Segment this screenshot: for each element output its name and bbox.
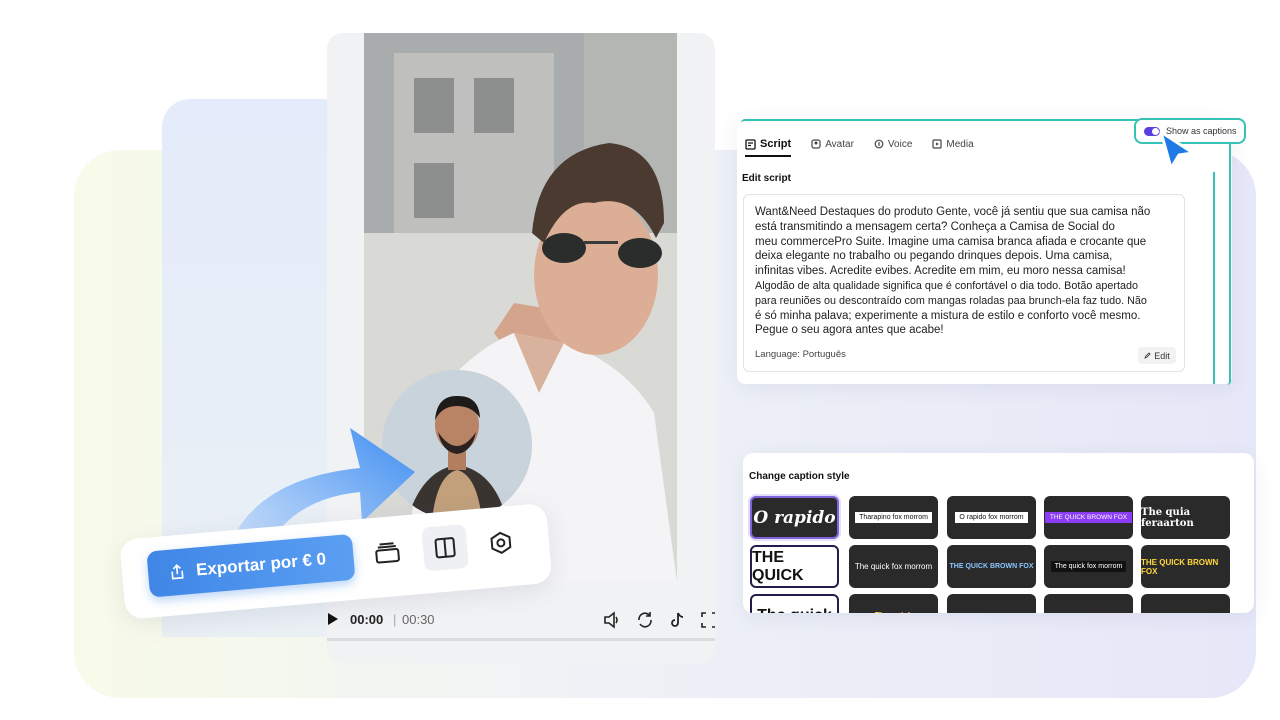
pointer-cursor-icon <box>1159 130 1195 170</box>
caption-style-sample: O rapido fox morrom <box>955 512 1028 523</box>
edit-label: Edit <box>1154 350 1170 361</box>
caption-style-option[interactable]: The quia feraarton <box>1141 496 1230 539</box>
progress-track[interactable] <box>327 638 715 641</box>
edit-language-button[interactable]: Edit <box>1138 347 1176 364</box>
script-line: está transmitindo a mensagem certa? Conh… <box>755 220 1115 233</box>
fullscreen-icon[interactable] <box>699 610 715 630</box>
export-label: Exportar por € 0 <box>195 549 327 580</box>
caption-style-option[interactable]: THE QUICK BROWN FOX <box>1044 496 1133 539</box>
tab-script[interactable]: Script <box>745 133 792 157</box>
time-separator: | <box>393 612 397 627</box>
caption-style-sample: Tharapino fox morrom <box>855 512 932 523</box>
layers-icon <box>375 542 400 564</box>
caption-style-sample: The quick <box>875 611 912 613</box>
caption-style-option[interactable]: Tharapino fox morrom <box>849 496 938 539</box>
tab-voice[interactable]: Voice <box>874 133 912 155</box>
caption-style-sample: The quia feraarton <box>1141 506 1194 529</box>
script-line: Pegue o seu agora antes que acabe! <box>755 324 944 337</box>
highlight-frame-inner <box>1213 172 1215 384</box>
caption-style-option[interactable]: The quick fox morrom <box>849 545 938 588</box>
tab-label: Script <box>760 138 792 150</box>
script-line: é só minha palava; experimente a mistura… <box>755 309 1141 322</box>
current-time: 00:00 <box>350 612 384 627</box>
script-line: Want&Need Destaques do produto Gente, vo… <box>755 206 1151 218</box>
script-line: meu commercePro Suite. Imagine uma camis… <box>755 235 1147 248</box>
caption-style-option[interactable]: THE QUICK BROWN FOX <box>947 545 1036 588</box>
total-time: 00:30 <box>402 612 435 627</box>
caption-style-sample: The quick fox morrom <box>854 562 933 571</box>
caption-style-option[interactable] <box>1044 594 1133 613</box>
script-tabs: Script Avatar Voice Media <box>745 133 974 157</box>
script-line: Algodão de alta qualidade significa que … <box>755 279 1138 292</box>
script-line: deixa elegante no trabalho ou pegando dr… <box>755 250 1113 263</box>
script-icon <box>745 138 756 150</box>
caption-style-sample: O rapido <box>753 507 836 528</box>
language-indicator: Language: Português <box>755 349 846 360</box>
caption-style-option[interactable]: The quick fox morrom <box>1044 545 1133 588</box>
voice-icon <box>874 139 884 149</box>
tab-avatar[interactable]: Avatar <box>811 133 854 155</box>
caption-style-option[interactable]: O rapido fox morrom <box>947 496 1036 539</box>
caption-style-sample: THE QUICK BROWN FOX <box>1141 557 1219 576</box>
caption-style-option[interactable]: THE QUICK <box>750 545 839 588</box>
caption-style-title: Change caption style <box>749 471 850 482</box>
caption-style-sample: The quick fox morrom <box>1050 561 1127 572</box>
language-value: Português <box>802 349 846 360</box>
tab-label: Media <box>946 138 974 150</box>
pencil-icon <box>1144 352 1151 359</box>
layout-tool-button[interactable] <box>421 523 469 572</box>
tab-label: Voice <box>887 138 913 150</box>
edit-script-label: Edit script <box>742 173 791 184</box>
tab-label: Avatar <box>825 138 854 150</box>
caption-style-sample: THE QUICK BROWN FOX <box>1044 512 1133 523</box>
split-layout-icon <box>434 537 456 559</box>
loop-icon[interactable] <box>635 610 655 630</box>
script-textarea[interactable]: Want&Need Destaques do produto Gente, vo… <box>743 194 1185 372</box>
language-label: Language: <box>755 349 800 360</box>
media-icon <box>932 139 942 149</box>
caption-style-sample: The quick <box>757 607 832 614</box>
tab-media[interactable]: Media <box>932 133 974 155</box>
share-icon <box>171 564 184 580</box>
script-line: infinitas vibes. Acredite evibes. Acredi… <box>755 265 1126 278</box>
settings-tool-button[interactable] <box>477 519 525 567</box>
script-line: para reuniões ou descontraído com mangas… <box>755 294 1147 307</box>
caption-style-option[interactable] <box>1141 594 1230 613</box>
caption-style-option[interactable]: THE QUICK BROWN FOX <box>1141 545 1230 588</box>
caption-style-sample: THE QUICK BROWN FOX <box>949 563 1034 570</box>
caption-style-option[interactable]: O rapido <box>750 496 839 539</box>
hexagon-settings-icon <box>490 531 512 554</box>
marketing-canvas: 00:00 | 00:30 Exportar por € 0 Script Av… <box>0 0 1280 720</box>
script-text: Want&Need Destaques do produto Gente, vo… <box>755 205 1175 338</box>
caption-style-option[interactable]: The quick <box>849 594 938 613</box>
volume-icon[interactable] <box>602 610 622 630</box>
caption-style-option[interactable] <box>947 594 1036 613</box>
caption-style-sample: THE QUICK <box>752 548 804 584</box>
caption-style-option[interactable]: The quick <box>750 594 839 613</box>
avatar-icon <box>811 139 821 149</box>
caption-style-panel: Change caption style O rapido Tharapino f… <box>743 453 1254 613</box>
captions-tool-button[interactable] <box>364 529 412 577</box>
tiktok-icon[interactable] <box>667 610 687 630</box>
